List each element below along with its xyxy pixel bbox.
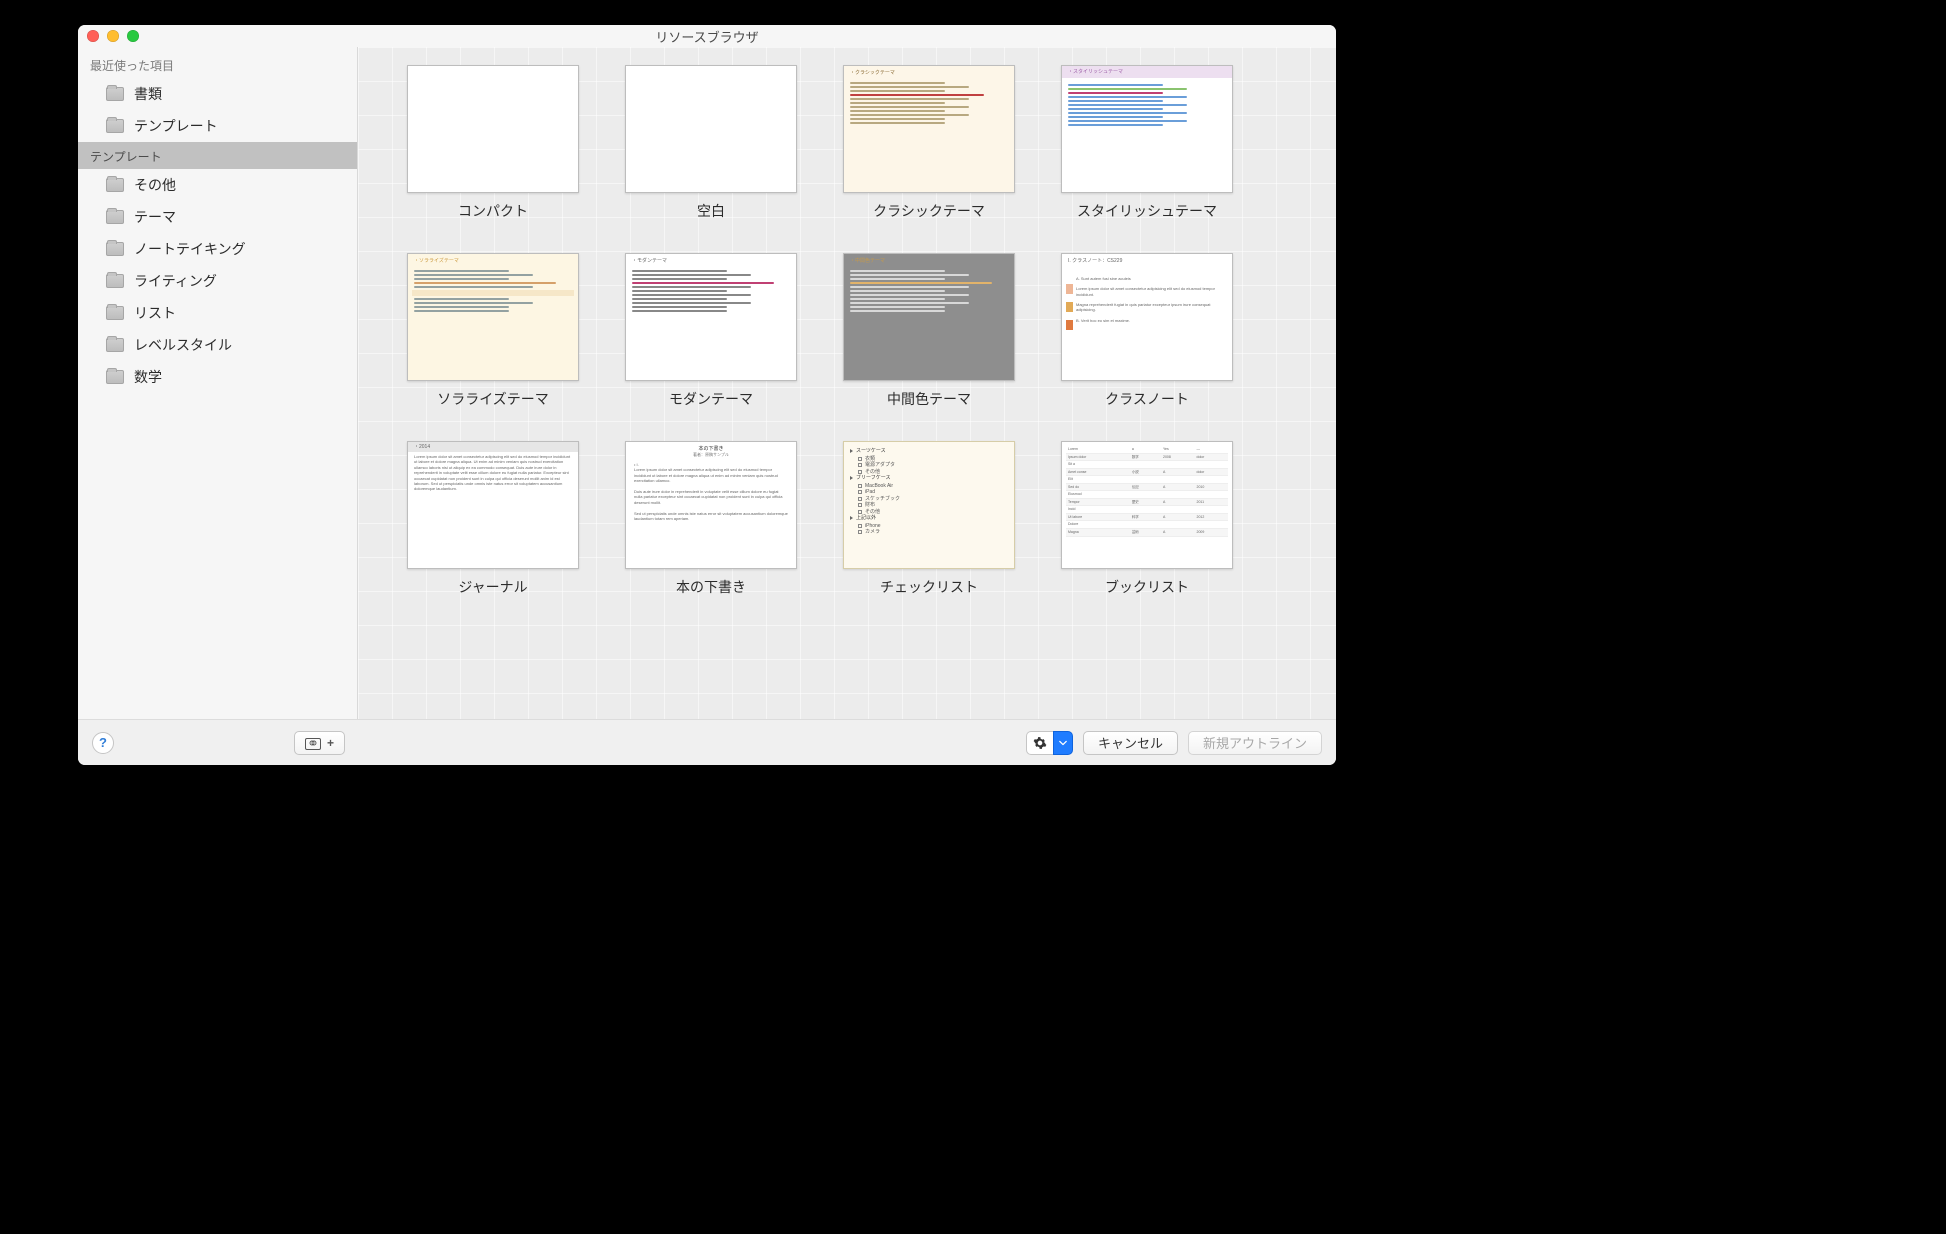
template-thumbnail: ・スタイリッシュテーマ bbox=[1061, 65, 1233, 193]
template-booklist[interactable]: LoremaYes— Ipsum dolor数学2008dolor Sit a … bbox=[1052, 441, 1242, 597]
template-book-draft[interactable]: 本の下書き 著者：原稿サンプル • I. Lorem ipsum dolor s… bbox=[616, 441, 806, 597]
window-body: 最近使った項目 書類 テンプレート テンプレート その他 テーマ ノートテイ bbox=[78, 47, 1336, 719]
sidebar-item-label: 書類 bbox=[134, 84, 162, 104]
sidebar-item-writing[interactable]: ライティング bbox=[78, 265, 357, 297]
sidebar-item-label: ノートテイキング bbox=[134, 239, 246, 259]
folder-icon bbox=[106, 306, 124, 320]
window-controls bbox=[87, 30, 139, 42]
minimize-icon[interactable] bbox=[107, 30, 119, 42]
sidebar-item-notetaking[interactable]: ノートテイキング bbox=[78, 233, 357, 265]
actions-menu-button[interactable] bbox=[1026, 731, 1073, 755]
zoom-icon[interactable] bbox=[127, 30, 139, 42]
folder-icon bbox=[106, 242, 124, 256]
template-label: クラシックテーマ bbox=[873, 201, 985, 221]
template-label: モダンテーマ bbox=[669, 389, 753, 409]
thumb-title: ・ソラライズテーマ bbox=[414, 258, 459, 265]
linked-folder-icon bbox=[305, 736, 323, 750]
sidebar-item-label: レベルスタイル bbox=[134, 335, 232, 355]
sidebar-item-documents[interactable]: 書類 bbox=[78, 78, 357, 110]
template-thumbnail bbox=[407, 65, 579, 193]
template-label: クラスノート bbox=[1105, 389, 1189, 409]
template-label: チェックリスト bbox=[880, 577, 978, 597]
sidebar-item-recent-templates[interactable]: テンプレート bbox=[78, 110, 357, 142]
thumb-subtitle: 著者：原稿サンプル bbox=[626, 452, 796, 457]
thumb-title: ・中間色テーマ bbox=[850, 258, 885, 265]
folder-icon bbox=[106, 370, 124, 384]
template-thumbnail: ・モダンテーマ bbox=[625, 253, 797, 381]
cancel-button[interactable]: キャンセル bbox=[1083, 731, 1178, 755]
template-label: コンパクト bbox=[458, 201, 528, 221]
template-compact[interactable]: コンパクト bbox=[398, 65, 588, 221]
help-button[interactable]: ? bbox=[92, 732, 114, 754]
sidebar-section-header-templates[interactable]: テンプレート bbox=[78, 142, 357, 169]
template-thumbnail: ・2014 Lorem ipsum dolor sit amet consect… bbox=[407, 441, 579, 569]
add-linked-resource-button[interactable]: + bbox=[294, 731, 345, 755]
template-thumbnail: スーツケース 衣類 電源アダプタ その他 ブリーフケース MacBook Air… bbox=[843, 441, 1015, 569]
template-thumbnail: LoremaYes— Ipsum dolor数学2008dolor Sit a … bbox=[1061, 441, 1233, 569]
template-solarized-theme[interactable]: ・ソラライズテーマ ソラライズテーマ bbox=[398, 253, 588, 409]
thumb-title: I. クラスノート：CS229 bbox=[1068, 258, 1122, 265]
sidebar-item-label: リスト bbox=[134, 303, 176, 323]
sidebar: 最近使った項目 書類 テンプレート テンプレート その他 テーマ ノートテイ bbox=[78, 47, 358, 719]
button-label: キャンセル bbox=[1098, 733, 1163, 752]
thumb-title: ・クラシックテーマ bbox=[850, 70, 895, 77]
folder-icon bbox=[106, 178, 124, 192]
sidebar-section-header-recent: 最近使った項目 bbox=[78, 51, 357, 78]
thumb-title: ・スタイリッシュテーマ bbox=[1062, 66, 1232, 78]
template-label: 中間色テーマ bbox=[887, 389, 971, 409]
sidebar-item-math[interactable]: 数学 bbox=[78, 361, 357, 393]
sidebar-item-label: テンプレート bbox=[134, 116, 218, 136]
close-icon[interactable] bbox=[87, 30, 99, 42]
template-label: ブックリスト bbox=[1105, 577, 1189, 597]
template-neutral-theme[interactable]: ・中間色テーマ 中間色テーマ bbox=[834, 253, 1024, 409]
button-label: 新規アウトライン bbox=[1203, 733, 1307, 752]
folder-icon bbox=[106, 210, 124, 224]
template-thumbnail: ・クラシックテーマ bbox=[843, 65, 1015, 193]
gear-icon bbox=[1033, 736, 1047, 750]
footer: ? + キャンセル 新規アウトライン bbox=[78, 719, 1336, 765]
template-blank[interactable]: 空白 bbox=[616, 65, 806, 221]
template-thumbnail: 本の下書き 著者：原稿サンプル • I. Lorem ipsum dolor s… bbox=[625, 441, 797, 569]
template-label: ジャーナル bbox=[458, 577, 527, 597]
create-outline-button[interactable]: 新規アウトライン bbox=[1188, 731, 1322, 755]
window-title: リソースブラウザ bbox=[655, 27, 758, 46]
folder-icon bbox=[106, 119, 124, 133]
sidebar-item-list[interactable]: リスト bbox=[78, 297, 357, 329]
sidebar-item-label: ライティング bbox=[134, 271, 217, 291]
thumb-title: ・モダンテーマ bbox=[632, 258, 667, 265]
template-classic-theme[interactable]: ・クラシックテーマ クラシックテーマ bbox=[834, 65, 1024, 221]
folder-icon bbox=[106, 338, 124, 352]
folder-icon bbox=[106, 274, 124, 288]
titlebar: リソースブラウザ bbox=[78, 25, 1336, 47]
template-thumbnail: ・ソラライズテーマ bbox=[407, 253, 579, 381]
sidebar-item-other[interactable]: その他 bbox=[78, 169, 357, 201]
template-class-notes[interactable]: I. クラスノート：CS229 A. Sunt autem fusi sine … bbox=[1052, 253, 1242, 409]
folder-icon bbox=[106, 87, 124, 101]
template-grid: コンパクト 空白 ・クラシックテーマ bbox=[398, 65, 1306, 597]
thumb-title: ・2014 bbox=[408, 442, 578, 452]
template-checklist[interactable]: スーツケース 衣類 電源アダプタ その他 ブリーフケース MacBook Air… bbox=[834, 441, 1024, 597]
template-label: スタイリッシュテーマ bbox=[1077, 201, 1217, 221]
resource-browser-window: リソースブラウザ 最近使った項目 書類 テンプレート テンプレート その他 bbox=[78, 25, 1336, 765]
chevron-down-icon bbox=[1059, 739, 1067, 747]
template-label: 空白 bbox=[697, 201, 725, 221]
sidebar-item-label: その他 bbox=[134, 175, 176, 195]
template-label: 本の下書き bbox=[676, 577, 746, 597]
template-grid-area: コンパクト 空白 ・クラシックテーマ bbox=[358, 47, 1336, 719]
template-thumbnail: I. クラスノート：CS229 A. Sunt autem fusi sine … bbox=[1061, 253, 1233, 381]
template-stylish-theme[interactable]: ・スタイリッシュテーマ スタイリッシュテーマ bbox=[1052, 65, 1242, 221]
template-journal[interactable]: ・2014 Lorem ipsum dolor sit amet consect… bbox=[398, 441, 588, 597]
template-label: ソラライズテーマ bbox=[437, 389, 549, 409]
template-thumbnail bbox=[625, 65, 797, 193]
sidebar-item-theme[interactable]: テーマ bbox=[78, 201, 357, 233]
template-modern-theme[interactable]: ・モダンテーマ モダンテーマ bbox=[616, 253, 806, 409]
sidebar-item-label: テーマ bbox=[134, 207, 176, 227]
template-thumbnail: ・中間色テーマ bbox=[843, 253, 1015, 381]
sidebar-item-label: 数学 bbox=[134, 367, 162, 387]
sidebar-item-level-style[interactable]: レベルスタイル bbox=[78, 329, 357, 361]
